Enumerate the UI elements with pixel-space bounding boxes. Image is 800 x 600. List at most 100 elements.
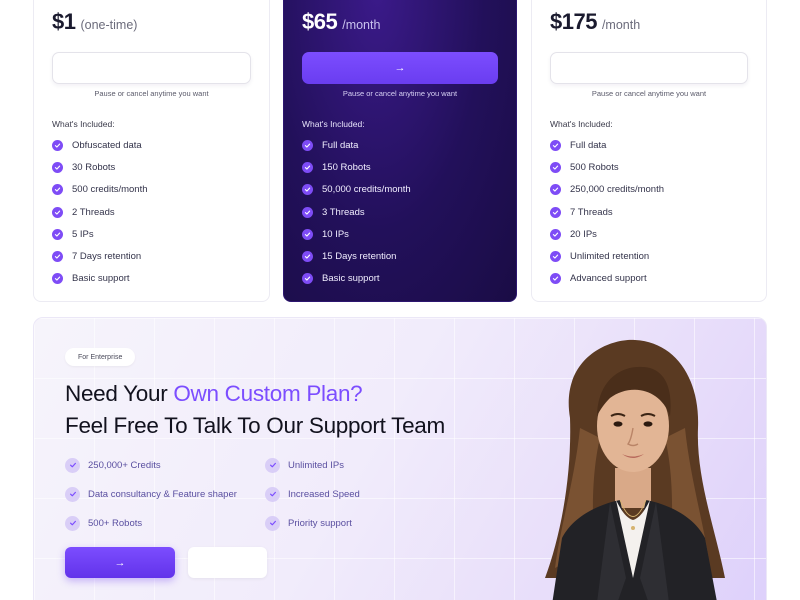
perk-label: Unlimited IPs [288,459,344,471]
feature-list: Full data 150 Robots 50,000 credits/mont… [302,134,411,290]
feature-label: 15 Days retention [322,251,397,263]
included-heading: What's Included: [52,119,115,129]
feature-item: 150 Robots [302,156,411,178]
check-icon [52,139,63,151]
feature-list: Obfuscated data 30 Robots 500 credits/mo… [52,134,148,290]
check-icon [302,139,313,151]
feature-label: Full data [322,139,359,151]
check-icon [52,251,63,263]
feature-label: 10 IPs [322,228,349,240]
feature-label: Unlimited retention [570,251,650,263]
check-icon [52,273,63,285]
feature-label: 7 Threads [570,206,613,218]
check-icon [302,161,313,173]
cancel-note: Pause or cancel anytime you want [591,89,707,98]
check-icon [302,206,313,218]
plan-cta-button[interactable]: → [302,52,498,84]
feature-label: 150 Robots [322,161,371,173]
feature-label: 500 Robots [570,161,619,173]
feature-label: 250,000 credits/month [570,184,665,196]
perk-label: 500+ Robots [88,517,143,529]
plan-card-business: $175 /month Pause or cancel anytime you … [531,0,767,302]
feature-list: Full data 500 Robots 250,000 credits/mon… [550,134,664,290]
feature-item: 500 credits/month [52,179,148,201]
perk-label: Data consultancy & Feature shaper [88,488,237,500]
included-heading: What's Included: [550,119,613,129]
enterprise-headline: Need Your Own Custom Plan? Feel Free To … [65,378,445,442]
feature-item: 20 IPs [550,223,664,245]
cancel-note: Pause or cancel anytime you want [342,89,458,98]
perk-item: Priority support [265,515,435,531]
included-heading: What's Included: [302,119,365,129]
plan-card-starter: $1 (one-time) Pause or cancel anytime yo… [33,0,270,302]
feature-item: 15 Days retention [302,245,411,267]
feature-item: 500 Robots [550,156,664,178]
feature-label: 500 credits/month [72,184,148,196]
arrow-right-icon: → [114,556,126,569]
headline-part-1: Need Your [65,381,174,406]
check-icon [265,486,280,502]
check-icon [52,206,63,218]
check-icon [302,273,313,285]
feature-item: 3 Threads [302,201,411,223]
perk-label: Priority support [288,517,352,529]
check-icon [550,251,561,263]
feature-item: 10 IPs [302,223,411,245]
feature-item: 250,000 credits/month [550,179,664,201]
perk-item: 500+ Robots [65,515,265,531]
contact-button[interactable]: → [65,547,175,578]
plan-cta-button[interactable] [550,52,748,84]
feature-item: 5 IPs [52,223,148,245]
perk-item: Increased Speed [265,486,435,502]
perk-label: 250,000+ Credits [88,459,161,471]
feature-label: 5 IPs [72,228,94,240]
feature-item: 30 Robots [52,156,148,178]
plan-period: /month [342,18,381,32]
plan-period: (one-time) [80,18,138,32]
cancel-note: Pause or cancel anytime you want [94,89,209,98]
perk-item: 250,000+ Credits [65,457,265,473]
feature-label: Full data [570,139,607,151]
headline-accent: Own Custom Plan? [173,381,363,406]
support-agent-portrait [545,339,725,600]
price-row: $1 (one-time) [52,9,137,35]
price-row: $65 /month [302,9,380,35]
check-icon [52,184,63,196]
feature-item: Basic support [302,268,411,290]
arrow-right-icon: → [394,62,406,74]
plan-price: $175 [550,9,597,34]
check-icon [265,457,280,473]
feature-item: 7 Days retention [52,245,148,267]
pricing-page: $1 (one-time) Pause or cancel anytime yo… [0,0,800,600]
perk-label: Increased Speed [288,488,360,500]
feature-item: 7 Threads [550,201,664,223]
check-icon [65,515,80,531]
feature-label: 50,000 credits/month [322,184,411,196]
feature-label: Basic support [322,273,380,285]
check-icon [550,184,561,196]
plan-cta-button[interactable] [52,52,251,84]
feature-item: 2 Threads [52,201,148,223]
enterprise-banner: For Enterprise Need Your Own Custom Plan… [33,317,767,600]
headline-line-1: Need Your Own Custom Plan? [65,378,445,410]
check-icon [550,228,561,240]
feature-label: Basic support [72,273,130,285]
feature-label: 20 IPs [570,228,597,240]
plan-price: $65 [302,9,338,34]
feature-label: 7 Days retention [72,251,142,263]
feature-label: 2 Threads [72,206,115,218]
perk-item: Unlimited IPs [265,457,435,473]
feature-item: 50,000 credits/month [302,179,411,201]
feature-label: 30 Robots [72,161,116,173]
check-icon [550,273,561,285]
check-icon [265,515,280,531]
plan-price: $1 [52,9,76,34]
check-icon [550,206,561,218]
check-icon [65,486,80,502]
check-icon [550,161,561,173]
secondary-button[interactable] [188,547,267,578]
feature-item: Basic support [52,268,148,290]
plan-card-pro: $65 /month → Pause or cancel anytime you… [283,0,517,302]
plan-period: /month [601,18,641,32]
enterprise-perks: 250,000+ Credits Unlimited IPs Data cons… [65,457,435,531]
